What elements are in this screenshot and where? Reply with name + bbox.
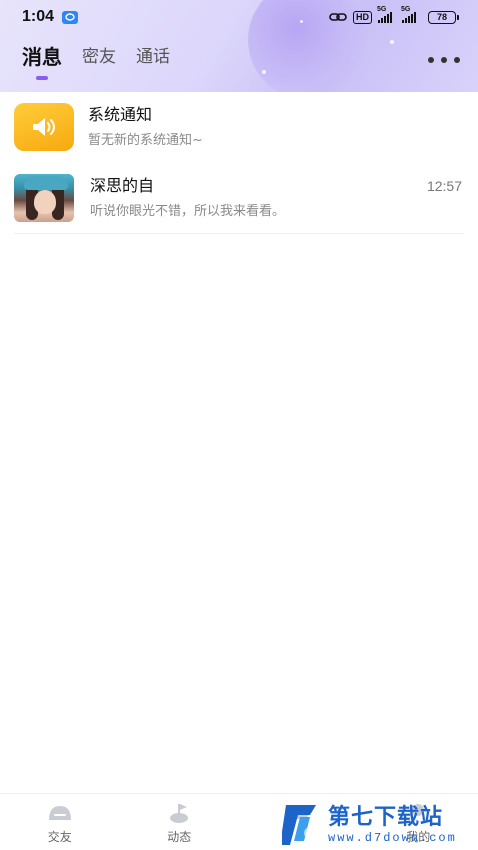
link-icon	[329, 13, 347, 21]
moments-icon	[170, 804, 189, 823]
more-dots-icon[interactable]	[428, 52, 460, 68]
list-item-system-notice[interactable]: 系统通知 暂无新的系统通知~	[14, 92, 464, 162]
list-item-text: 深思的自 听说你眼光不错，所以我来看看。	[90, 175, 464, 221]
watermark: 第七下载站 www.d7down.com	[280, 800, 478, 850]
tab-calls[interactable]: 通话	[136, 44, 170, 70]
avatar	[14, 173, 74, 222]
watermark-title: 第七下载站	[328, 805, 444, 830]
nav-label: 交友	[47, 830, 72, 844]
conversation-title: 系统通知	[88, 105, 153, 124]
watermark-text: 第七下载站 www.d7down.com	[328, 805, 457, 845]
network-label: 5G	[401, 6, 411, 13]
tab-close-friends[interactable]: 密友	[82, 44, 116, 70]
conversation-preview: 听说你眼光不错，所以我来看看。	[90, 203, 286, 219]
conversation-title: 深思的自	[90, 175, 155, 195]
tab-messages[interactable]: 消息	[22, 44, 62, 80]
conversation-time: 12:57	[426, 178, 462, 194]
signal-icon: 5G	[377, 6, 392, 23]
nav-label: 动态	[167, 830, 192, 844]
network-label: 5G	[377, 6, 387, 13]
app-notification-icon	[62, 10, 79, 24]
status-time: 1:04	[22, 8, 55, 25]
header-sparkle	[390, 40, 394, 44]
hd-badge: HD	[353, 10, 372, 24]
status-bar: 1:04 HD 5G 5G 78	[0, 0, 478, 34]
list-item-chat[interactable]: 深思的自 听说你眼光不错，所以我来看看。 12:57	[14, 162, 464, 234]
watermark-logo-icon	[280, 803, 322, 847]
battery-icon: 78	[428, 10, 459, 24]
list-item-text: 系统通知 暂无新的系统通知~	[88, 104, 464, 150]
conversation-list: 系统通知 暂无新的系统通知~ 深思的自 听说你眼光不错，所以我来看看。 12:5…	[0, 92, 478, 234]
message-tabs: 消息 密友 通话	[22, 44, 170, 80]
nav-item-moments[interactable]: 动态	[120, 794, 240, 850]
friends-icon	[48, 806, 71, 820]
watermark-url: www.d7down.com	[328, 831, 457, 845]
conversation-preview: 暂无新的系统通知~	[88, 133, 203, 148]
status-right: HD 5G 5G 78	[329, 6, 459, 24]
speaker-icon	[14, 103, 74, 151]
nav-item-friends[interactable]: 交友	[0, 794, 120, 850]
header-sparkle	[262, 70, 266, 74]
signal-icon: 5G	[401, 6, 416, 23]
